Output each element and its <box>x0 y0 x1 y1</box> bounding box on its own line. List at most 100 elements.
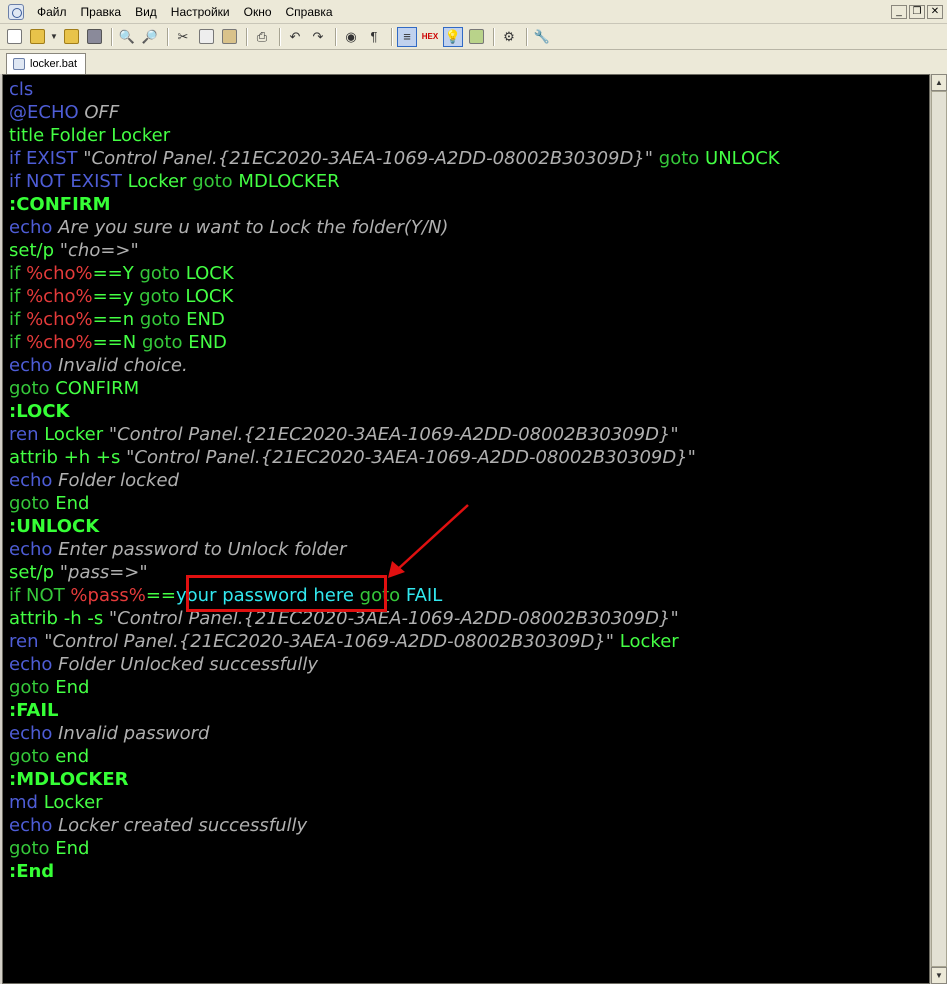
code-line[interactable]: if %cho%==Y goto LOCK <box>9 262 780 285</box>
code-token: title Folder Locker <box>9 125 171 146</box>
code-token: Are you sure u want to Lock the folder(Y… <box>52 217 449 238</box>
scroll-thumb[interactable] <box>931 91 947 967</box>
menu-edit[interactable]: Правка <box>74 0 129 24</box>
copy-icon[interactable] <box>196 27 216 47</box>
open-recent-icon[interactable] <box>61 27 81 47</box>
code-line[interactable]: goto end <box>9 745 780 768</box>
new-file-icon[interactable] <box>4 27 24 47</box>
code-token: Invalid password <box>52 723 210 744</box>
code-token: "Control Panel.{21EC2020-3AEA-1069-A2DD-… <box>44 631 615 652</box>
toolbar-separator <box>335 27 337 46</box>
code-token: :MDLOCKER <box>9 769 129 790</box>
code-area[interactable]: cls @ECHO OFF title Folder Locker if EXIST … <box>9 78 780 883</box>
code-line[interactable]: :LOCK <box>9 400 780 423</box>
tools-icon[interactable]: 🔧 <box>532 27 552 47</box>
scroll-up-button[interactable]: ▲ <box>931 74 947 91</box>
code-line[interactable]: :MDLOCKER <box>9 768 780 791</box>
clipboard-icon[interactable] <box>466 27 486 47</box>
code-line[interactable]: echo Are you sure u want to Lock the fol… <box>9 216 780 239</box>
code-line[interactable]: if %cho%==n goto END <box>9 308 780 331</box>
code-line[interactable]: @ECHO OFF <box>9 101 780 124</box>
scroll-down-button[interactable]: ▼ <box>931 967 947 984</box>
code-line[interactable]: if NOT %pass%==your password here goto F… <box>9 584 780 607</box>
code-line[interactable]: if %cho%==N goto END <box>9 331 780 354</box>
code-token: :LOCK <box>9 401 70 422</box>
code-token: %cho% <box>26 309 93 330</box>
code-line[interactable]: if NOT EXIST Locker goto MDLOCKER <box>9 170 780 193</box>
paste-icon[interactable] <box>219 27 239 47</box>
chevron-down-icon[interactable]: ▼ <box>50 27 58 47</box>
code-line[interactable]: :End <box>9 860 780 883</box>
gear-icon[interactable]: ⚙ <box>499 27 519 47</box>
code-line[interactable]: echo Locker created successfully <box>9 814 780 837</box>
restore-button[interactable]: ❐ <box>909 4 925 19</box>
tab-bar: locker.bat <box>0 50 947 74</box>
code-token: Invalid choice. <box>52 355 188 376</box>
code-token: "Control Panel.{21EC2020-3AEA-1069-A2DD-… <box>126 447 696 468</box>
toolbar-separator <box>246 27 248 46</box>
code-line[interactable]: md Locker <box>9 791 780 814</box>
vertical-scrollbar[interactable]: ▲ ▼ <box>930 74 947 984</box>
cut-icon[interactable]: ✂ <box>173 27 193 47</box>
code-token: if <box>9 263 27 284</box>
tab-locker-bat[interactable]: locker.bat <box>6 53 87 74</box>
code-line[interactable]: set/p "cho=>" <box>9 239 780 262</box>
code-line[interactable]: goto End <box>9 676 780 699</box>
word-wrap-icon[interactable]: ≡ <box>397 26 417 47</box>
code-line[interactable]: set/p "pass=>" <box>9 561 780 584</box>
code-editor[interactable]: cls @ECHO OFF title Folder Locker if EXIST … <box>2 74 930 984</box>
code-token: Locker <box>127 171 187 192</box>
code-line[interactable]: if EXIST "Control Panel.{21EC2020-3AEA-1… <box>9 147 780 170</box>
minimize-button[interactable]: _ <box>891 4 907 19</box>
preview-icon[interactable]: ◉ <box>341 27 361 47</box>
code-line[interactable]: title Folder Locker <box>9 124 780 147</box>
app-icon[interactable] <box>8 3 24 20</box>
window-controls: _ ❐ ✕ <box>891 4 943 19</box>
code-line[interactable]: attrib -h -s "Control Panel.{21EC2020-3A… <box>9 607 780 630</box>
code-line[interactable]: echo Enter password to Unlock folder <box>9 538 780 561</box>
code-line[interactable]: :FAIL <box>9 699 780 722</box>
menu-help[interactable]: Справка <box>279 0 340 24</box>
code-line[interactable]: goto End <box>9 492 780 515</box>
undo-icon[interactable]: ↶ <box>285 27 305 47</box>
code-token: Enter password to Unlock folder <box>52 539 347 560</box>
redo-icon[interactable]: ↷ <box>308 27 328 47</box>
pilcrow-icon[interactable]: ¶ <box>364 27 384 47</box>
code-line[interactable]: ren "Control Panel.{21EC2020-3AEA-1069-A… <box>9 630 780 653</box>
code-line[interactable]: goto End <box>9 837 780 860</box>
code-token: md <box>9 792 38 813</box>
highlight-box <box>186 575 387 612</box>
code-token: "Control Panel.{21EC2020-3AEA-1069-A2DD-… <box>83 148 654 169</box>
hex-icon[interactable]: HEX <box>420 27 440 47</box>
code-line[interactable]: echo Folder Unlocked successfully <box>9 653 780 676</box>
save-icon[interactable] <box>84 27 104 47</box>
lightbulb-icon[interactable]: 💡 <box>443 26 463 47</box>
toolbar-separator <box>279 27 281 46</box>
code-token: attrib +h +s <box>9 447 127 468</box>
code-token: echo <box>9 539 53 560</box>
menu-window[interactable]: Окно <box>237 0 279 24</box>
print-icon[interactable]: ⎙ <box>252 27 272 47</box>
code-line[interactable]: ren Locker "Control Panel.{21EC2020-3AEA… <box>9 423 780 446</box>
open-folder-icon[interactable] <box>27 27 47 47</box>
code-line[interactable]: cls <box>9 78 780 101</box>
code-token: Folder locked <box>52 470 179 491</box>
menu-settings[interactable]: Настройки <box>164 0 237 24</box>
code-line[interactable]: attrib +h +s "Control Panel.{21EC2020-3A… <box>9 446 780 469</box>
search-icon[interactable]: 🔍 <box>117 27 137 47</box>
close-button[interactable]: ✕ <box>927 4 943 19</box>
code-token: if <box>9 332 27 353</box>
code-line[interactable]: :UNLOCK <box>9 515 780 538</box>
menu-file[interactable]: Файл <box>30 0 74 24</box>
code-line[interactable]: if %cho%==y goto LOCK <box>9 285 780 308</box>
code-token: Locker <box>37 792 103 813</box>
code-line[interactable]: echo Folder locked <box>9 469 780 492</box>
code-line[interactable]: :CONFIRM <box>9 193 780 216</box>
code-line[interactable]: echo Invalid choice. <box>9 354 780 377</box>
menu-view[interactable]: Вид <box>128 0 164 24</box>
code-line[interactable]: echo Invalid password <box>9 722 780 745</box>
replace-icon[interactable]: 🔎 <box>140 27 160 47</box>
toolbar-separator <box>391 27 393 46</box>
code-line[interactable]: goto CONFIRM <box>9 377 780 400</box>
code-token: goto <box>9 838 50 859</box>
